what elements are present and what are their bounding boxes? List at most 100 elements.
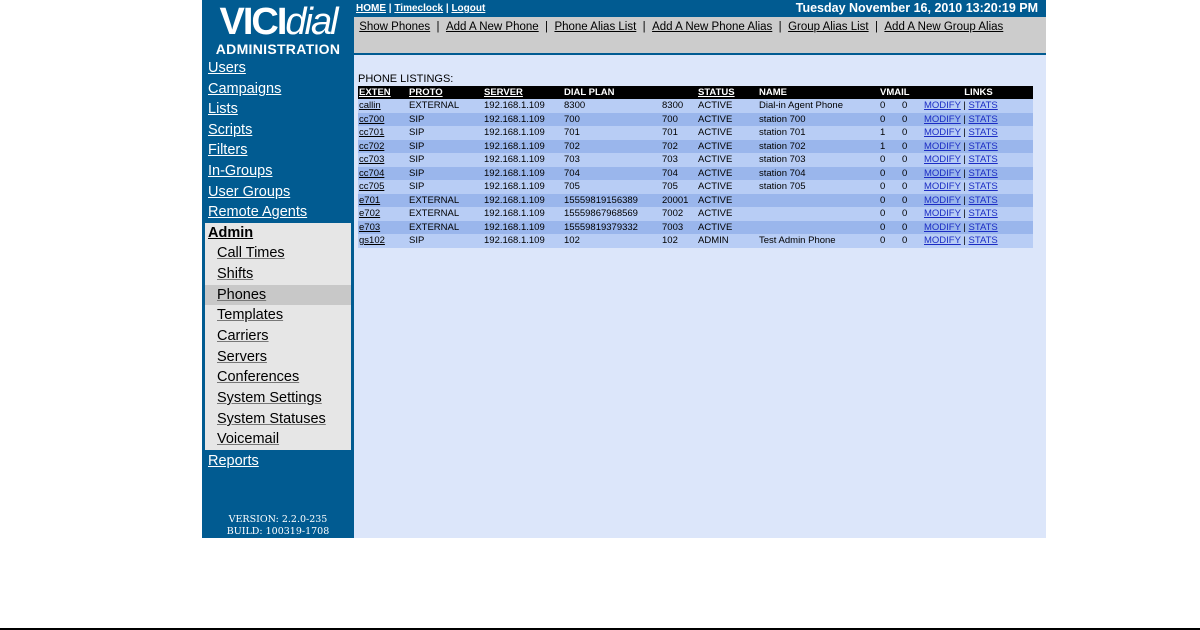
admin-item-system-statuses[interactable]: System Statuses [205,409,351,429]
modify-link[interactable]: MODIFY [924,127,961,138]
table-row: cc702 SIP 192.168.1.109 702 702 ACTIVE station… [358,139,1033,153]
cell-vmail-old: 0 [901,207,923,221]
modify-link[interactable]: MODIFY [924,100,961,111]
sidebar-item-admin[interactable]: Admin [208,224,253,242]
sidebar-item-remote-agents[interactable]: Remote Agents [208,203,307,221]
cell-extension: 8300 [661,99,697,113]
modify-link[interactable]: MODIFY [924,235,961,246]
cell-exten[interactable]: e703 [358,220,408,234]
sidebar-item-users[interactable]: Users [208,59,246,77]
stats-link[interactable]: STATS [969,127,998,138]
exten-link[interactable]: e703 [359,222,380,233]
cell-vmail-old: 0 [901,153,923,167]
sidebar-item-user-groups[interactable]: User Groups [208,183,290,201]
cell-exten[interactable]: e702 [358,207,408,221]
current-datetime: Tuesday November 16, 2010 13:20:19 PM [795,1,1038,15]
cell-extension: 700 [661,112,697,126]
add-new-phone-link[interactable]: Add A New Phone [446,21,539,33]
cell-exten[interactable]: cc705 [358,180,408,194]
admin-item-system-settings[interactable]: System Settings [205,388,351,408]
cell-status: ACTIVE [697,193,758,207]
modify-link[interactable]: MODIFY [924,208,961,219]
sidebar-item-filters[interactable]: Filters [208,141,247,159]
cell-exten[interactable]: cc700 [358,112,408,126]
cell-server: 192.168.1.109 [483,207,563,221]
cell-exten[interactable]: callin [358,99,408,113]
stats-link[interactable]: STATS [969,141,998,152]
phone-alias-list-link[interactable]: Phone Alias List [554,21,636,33]
admin-item-voicemail[interactable]: Voicemail [205,429,351,449]
exten-link[interactable]: e701 [359,195,380,206]
cell-exten[interactable]: cc704 [358,166,408,180]
cell-exten[interactable]: e701 [358,193,408,207]
col-status[interactable]: STATUS [697,86,758,99]
cell-proto: EXTERNAL [408,220,483,234]
modify-link[interactable]: MODIFY [924,154,961,165]
col-exten[interactable]: EXTEN [358,86,408,99]
show-phones-link[interactable]: Show Phones [359,21,430,33]
stats-link[interactable]: STATS [969,208,998,219]
cell-exten[interactable]: cc702 [358,139,408,153]
col-dial-plan: DIAL PLAN [563,86,661,99]
cell-proto: SIP [408,126,483,140]
cell-vmail-old: 0 [901,99,923,113]
cell-extension: 703 [661,153,697,167]
cell-dial-plan: 700 [563,112,661,126]
exten-link[interactable]: cc701 [359,127,384,138]
stats-link[interactable]: STATS [969,235,998,246]
modify-link[interactable]: MODIFY [924,114,961,125]
admin-item-label: Carriers [217,328,269,344]
stats-link[interactable]: STATS [969,100,998,111]
cell-exten[interactable]: gs102 [358,234,408,248]
stats-link[interactable]: STATS [969,114,998,125]
cell-exten[interactable]: cc701 [358,126,408,140]
table-row: cc703 SIP 192.168.1.109 703 703 ACTIVE station… [358,153,1033,167]
cell-links: MODIFY | STATS [923,207,1033,221]
cell-exten[interactable]: cc703 [358,153,408,167]
exten-link[interactable]: e702 [359,208,380,219]
stats-link[interactable]: STATS [969,195,998,206]
sidebar-item-campaigns[interactable]: Campaigns [208,80,281,98]
add-group-alias-link[interactable]: Add A New Group Alias [884,21,1003,33]
logout-link[interactable]: Logout [451,3,485,14]
exten-link[interactable]: gs102 [359,235,385,246]
modify-link[interactable]: MODIFY [924,181,961,192]
admin-item-shifts[interactable]: Shifts [205,264,351,284]
modify-link[interactable]: MODIFY [924,141,961,152]
stats-link[interactable]: STATS [969,168,998,179]
exten-link[interactable]: cc702 [359,141,384,152]
exten-link[interactable]: callin [359,100,381,111]
cell-vmail-old: 0 [901,180,923,194]
col-server[interactable]: SERVER [483,86,563,99]
cell-name: station 705 [758,180,879,194]
home-link[interactable]: HOME [356,3,386,14]
col-proto[interactable]: PROTO [408,86,483,99]
timeclock-link[interactable]: Timeclock [394,3,443,14]
admin-item-phones[interactable]: Phones [205,285,351,305]
sidebar-item-lists[interactable]: Lists [208,100,238,118]
exten-link[interactable]: cc705 [359,181,384,192]
sidebar-item-reports[interactable]: Reports [208,452,259,470]
modify-link[interactable]: MODIFY [924,222,961,233]
admin-item-call-times[interactable]: Call Times [205,243,351,263]
stats-link[interactable]: STATS [969,222,998,233]
group-alias-list-link[interactable]: Group Alias List [788,21,869,33]
sidebar-item-scripts[interactable]: Scripts [208,121,252,139]
cell-links: MODIFY | STATS [923,139,1033,153]
modify-link[interactable]: MODIFY [924,168,961,179]
modify-link[interactable]: MODIFY [924,195,961,206]
sidebar-item-in-groups[interactable]: In-Groups [208,162,272,180]
exten-link[interactable]: cc703 [359,154,384,165]
admin-item-servers[interactable]: Servers [205,347,351,367]
admin-item-templates[interactable]: Templates [205,305,351,325]
stats-link[interactable]: STATS [969,154,998,165]
exten-link[interactable]: cc704 [359,168,384,179]
add-phone-alias-link[interactable]: Add A New Phone Alias [652,21,772,33]
admin-item-conferences[interactable]: Conferences [205,367,351,387]
link-separator: | [963,140,966,152]
vicidial-logo[interactable]: VICIdial ADMINISTRATION [202,2,354,58]
admin-item-carriers[interactable]: Carriers [205,326,351,346]
cell-proto: SIP [408,139,483,153]
stats-link[interactable]: STATS [969,181,998,192]
exten-link[interactable]: cc700 [359,114,384,125]
